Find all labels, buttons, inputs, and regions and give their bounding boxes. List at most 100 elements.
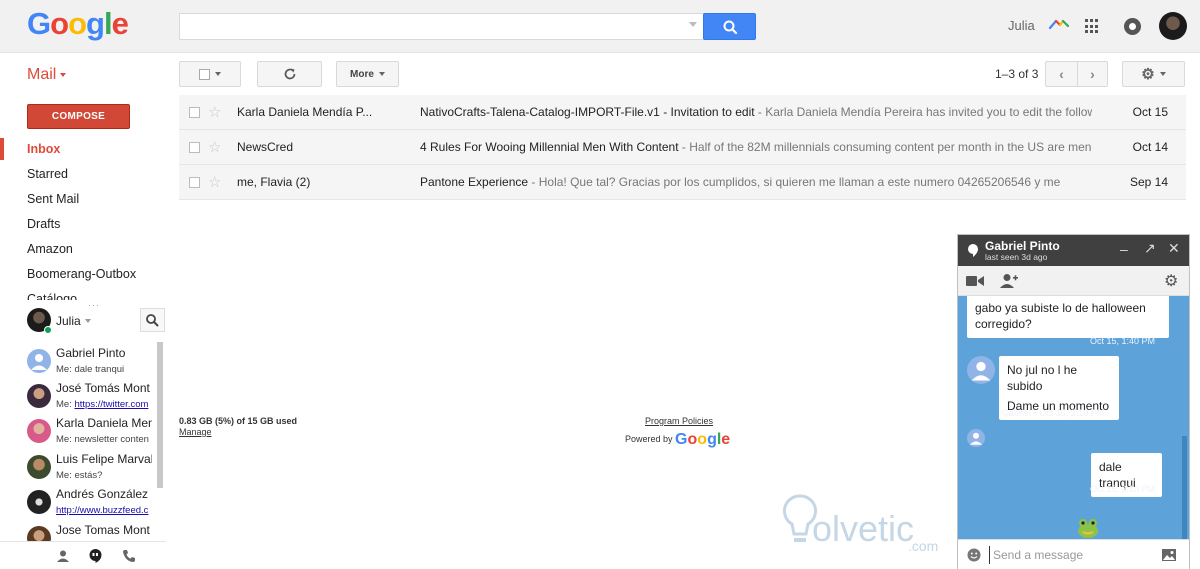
select-all-button[interactable] — [179, 61, 241, 87]
compose-button[interactable]: COMPOSE — [27, 104, 130, 129]
google-plus-icon[interactable] — [1048, 17, 1070, 31]
emoji-icon[interactable] — [967, 548, 981, 562]
row-checkbox[interactable] — [189, 142, 200, 153]
email-date: Oct 15 — [1132, 105, 1168, 119]
program-policies-link[interactable]: Program Policies — [645, 416, 713, 426]
contacts-scrollbar[interactable] — [157, 342, 163, 488]
account-name[interactable]: Julia — [1008, 18, 1035, 33]
star-icon[interactable]: ☆ — [208, 173, 221, 191]
chat-message-meta: Gabriel • Oct 15, 2:10 PM — [1002, 408, 1105, 418]
add-person-icon[interactable] — [1000, 273, 1018, 288]
chat-scrollbar[interactable] — [1182, 436, 1187, 539]
chat-contact-status: last seen 3d ago — [985, 252, 1048, 262]
nav-item-catalogo[interactable]: Catálogo — [0, 288, 166, 300]
contact-last-message: Me: https://twitter.com — [56, 399, 152, 410]
contact-avatar — [27, 384, 51, 408]
nav-item-amazon[interactable]: Amazon — [0, 238, 166, 260]
nav-item-boomerang-outbox[interactable]: Boomerang-Outbox — [0, 263, 166, 285]
email-snippet: - Half of the 82M millennials consuming … — [678, 140, 1092, 154]
nav-item-inbox[interactable]: Inbox — [0, 138, 166, 160]
online-status-dot-icon — [44, 326, 52, 334]
phone-icon[interactable] — [122, 549, 136, 563]
account-avatar[interactable] — [1159, 12, 1187, 40]
google-logo[interactable]: Google — [27, 6, 129, 42]
manage-storage-link[interactable]: Manage — [179, 427, 212, 437]
star-icon[interactable]: ☆ — [208, 138, 221, 156]
nav-item-starred[interactable]: Starred — [0, 163, 166, 185]
hangouts-self-name: Julia — [56, 314, 81, 328]
email-snippet: - Hola! Que tal? Gracias por los cumplid… — [528, 175, 1061, 189]
person-icon — [970, 432, 982, 445]
contact-avatar — [27, 349, 51, 373]
frog-sticker-icon — [1078, 519, 1098, 538]
mail-switcher[interactable]: Mail — [27, 66, 67, 84]
older-button[interactable]: › — [1077, 61, 1108, 87]
email-row[interactable]: ☆ me, Flavia (2) Pantone Experience - Ho… — [179, 165, 1186, 200]
chat-message-input[interactable]: Send a message — [989, 546, 1159, 564]
email-row[interactable]: ☆ NewsCred 4 Rules For Wooing Millennial… — [179, 130, 1186, 165]
minimize-icon[interactable]: – — [1120, 241, 1128, 257]
hangouts-search-button[interactable] — [140, 308, 165, 332]
email-row[interactable]: ☆ Karla Daniela Mendía P... NativoCrafts… — [179, 95, 1186, 130]
status-caret-icon — [85, 319, 91, 323]
refresh-button[interactable] — [257, 61, 322, 87]
nav-item-sent-mail[interactable]: Sent Mail — [0, 188, 166, 210]
contact-msg-prefix: Me: — [56, 399, 75, 410]
contact-avatar — [27, 455, 51, 479]
search-input[interactable] — [179, 13, 704, 40]
chat-header[interactable]: Gabriel Pinto last seen 3d ago – ↗ ✕ — [958, 235, 1189, 266]
close-icon[interactable]: ✕ — [1168, 240, 1180, 257]
settings-button[interactable]: ⚙ — [1122, 61, 1185, 87]
contact-name: Gabriel Pinto — [56, 346, 126, 360]
mail-switcher-label: Mail — [27, 66, 57, 83]
email-date: Sep 14 — [1129, 175, 1168, 189]
contact-karla-daniela[interactable]: Karla Daniela Men Me: newsletter conten — [27, 416, 155, 450]
email-snippet: - Karla Daniela Mendía Pereira has invit… — [754, 105, 1092, 119]
email-subject-line: 4 Rules For Wooing Millennial Men With C… — [420, 140, 1092, 154]
gear-icon: ⚙ — [1141, 66, 1155, 83]
contact-andres-gonzalez[interactable]: Andrés González http://www.buzzfeed.c — [27, 487, 155, 521]
email-subject: Pantone Experience — [420, 175, 529, 189]
contact-msg-link[interactable]: https://twitter.com — [74, 399, 148, 410]
select-checkbox-icon — [199, 68, 210, 80]
top-bar: Google Julia — [0, 0, 1200, 53]
row-checkbox[interactable] — [189, 177, 200, 188]
search-icon — [723, 20, 738, 35]
watermark-brand: olvetic — [812, 508, 915, 549]
search-options-caret-icon[interactable] — [689, 22, 697, 27]
video-call-icon[interactable] — [966, 275, 984, 287]
email-subject-line: NativoCrafts-Talena-Catalog-IMPORT-File.… — [420, 105, 1092, 119]
contact-name: Jose Tomas Mont — [56, 523, 150, 537]
chat-messages-area: gabo ya subiste lo de halloween corregid… — [958, 296, 1189, 539]
newer-button[interactable]: ‹ — [1045, 61, 1078, 87]
more-caret-icon — [378, 72, 385, 76]
nav-item-drafts[interactable]: Drafts — [0, 213, 166, 235]
contact-luis-felipe-marval[interactable]: Luis Felipe Marval Me: estás? — [27, 452, 155, 486]
row-checkbox[interactable] — [189, 107, 200, 118]
chat-contact-name: Gabriel Pinto — [985, 239, 1060, 253]
chat-message-line: No jul no l he subido — [1007, 363, 1078, 393]
image-attach-icon[interactable] — [1162, 549, 1176, 561]
person-icon — [31, 354, 47, 370]
hangouts-bubble-icon — [968, 244, 978, 257]
powered-by-label: Powered by — [625, 434, 673, 444]
contact-name: Luis Felipe Marval — [56, 452, 152, 466]
chat-window: Gabriel Pinto last seen 3d ago – ↗ ✕ ⚙ g… — [957, 234, 1190, 569]
hangouts-quote-icon[interactable] — [88, 548, 103, 564]
chevron-left-icon: ‹ — [1059, 66, 1064, 82]
popout-icon[interactable]: ↗ — [1144, 240, 1156, 257]
notifications-icon[interactable] — [1124, 18, 1141, 35]
contact-msg-link[interactable]: http://www.buzzfeed.c — [56, 505, 148, 516]
contact-last-message: Me: estás? — [56, 470, 103, 481]
star-icon[interactable]: ☆ — [208, 103, 221, 121]
person-icon[interactable] — [56, 549, 70, 563]
apps-grid-icon[interactable] — [1085, 19, 1100, 34]
more-button[interactable]: More — [336, 61, 399, 87]
contact-jose-tomas-mont[interactable]: José Tomás Mont Me: https://twitter.com — [27, 381, 155, 415]
contact-jose-tomas-mont-2[interactable]: Jose Tomas Mont — [27, 523, 155, 541]
chat-settings-gear-icon[interactable]: ⚙ — [1164, 271, 1178, 291]
contact-gabriel-pinto[interactable]: Gabriel Pinto Me: dale tranqui — [27, 346, 155, 380]
search-button[interactable] — [703, 13, 756, 40]
email-date: Oct 14 — [1132, 140, 1168, 154]
contact-last-message: http://www.buzzfeed.c — [56, 505, 152, 516]
